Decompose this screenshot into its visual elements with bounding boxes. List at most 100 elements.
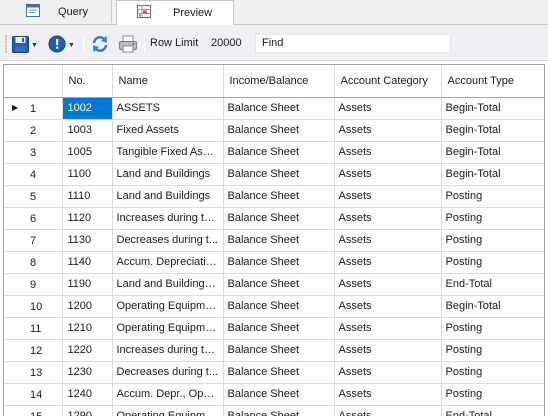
row-header[interactable]: 15 [4, 405, 63, 416]
cell-no[interactable]: 1130 [62, 229, 113, 252]
find-input[interactable] [255, 34, 451, 53]
table-row[interactable]: 5 1110 Land and Buildings Balance Sheet Asse… [4, 185, 544, 208]
status-dropdown-button[interactable]: ▼ [48, 34, 75, 54]
table-row[interactable]: 7 1130 Decreases during t... Balance Sheet A… [4, 229, 544, 252]
table-row[interactable]: 11 1210 Operating Equipment Balance Sheet As… [4, 317, 544, 340]
cell-no[interactable]: 1120 [62, 207, 113, 230]
cell-name[interactable]: Tangible Fixed Assets [112, 141, 224, 164]
cell-account-category[interactable]: Assets [334, 185, 442, 208]
results-grid[interactable]: No. Name Income/Balance Account Category… [3, 64, 545, 416]
cell-account-type[interactable]: Posting [441, 339, 544, 362]
save-dropdown-button[interactable]: ▼ [12, 34, 38, 54]
row-header-corner[interactable] [4, 65, 63, 98]
row-header[interactable]: 3 [4, 141, 63, 164]
cell-name[interactable]: Increases during th... [112, 207, 224, 230]
cell-no[interactable]: 1220 [62, 339, 113, 362]
cell-account-category[interactable]: Assets [334, 317, 442, 340]
cell-account-type[interactable]: Posting [441, 207, 544, 230]
row-header[interactable]: 7 [4, 229, 63, 252]
row-header[interactable]: 13 [4, 361, 63, 384]
row-header[interactable]: 5 [4, 185, 63, 208]
cell-no[interactable]: 1002 [62, 97, 113, 120]
cell-account-type[interactable]: Posting [441, 317, 544, 340]
cell-name[interactable]: Land and Buildings,... [112, 273, 224, 296]
cell-income-balance[interactable]: Balance Sheet [223, 405, 335, 416]
table-row[interactable]: 13 1230 Decreases during t... Balance Sheet… [4, 361, 544, 384]
column-header-no[interactable]: No. [62, 65, 113, 98]
row-header[interactable]: 10 [4, 295, 63, 318]
cell-account-category[interactable]: Assets [334, 163, 442, 186]
cell-name[interactable]: Decreases during t... [112, 361, 224, 384]
cell-account-category[interactable]: Assets [334, 361, 442, 384]
cell-income-balance[interactable]: Balance Sheet [223, 361, 335, 384]
cell-income-balance[interactable]: Balance Sheet [223, 339, 335, 362]
cell-account-type[interactable]: Begin-Total [441, 163, 544, 186]
row-limit-input[interactable]: 20000 [211, 37, 242, 49]
row-header[interactable]: 8 [4, 251, 63, 274]
cell-income-balance[interactable]: Balance Sheet [223, 119, 335, 142]
cell-income-balance[interactable]: Balance Sheet [223, 273, 335, 296]
table-row[interactable]: 4 1100 Land and Buildings Balance Sheet Asse… [4, 163, 544, 186]
cell-name[interactable]: Increases during th... [112, 339, 224, 362]
cell-no[interactable]: 1003 [62, 119, 113, 142]
cell-name[interactable]: Decreases during t... [112, 229, 224, 252]
table-row[interactable]: 3 1005 Tangible Fixed Assets Balance Sheet A… [4, 141, 544, 164]
row-header[interactable]: 9 [4, 273, 63, 296]
refresh-button[interactable] [90, 34, 110, 54]
cell-name[interactable]: Operating Equipme... [112, 405, 224, 416]
cell-account-type[interactable]: Begin-Total [441, 141, 544, 164]
row-header[interactable]: 12 [4, 339, 63, 362]
cell-account-category[interactable]: Assets [334, 273, 442, 296]
table-row[interactable]: 8 1140 Accum. Depreciatio... Balance Sheet A… [4, 251, 544, 274]
cell-no[interactable]: 1210 [62, 317, 113, 340]
cell-account-type[interactable]: Begin-Total [441, 97, 544, 120]
cell-income-balance[interactable]: Balance Sheet [223, 97, 335, 120]
row-header[interactable]: 2 [4, 119, 63, 142]
cell-income-balance[interactable]: Balance Sheet [223, 295, 335, 318]
cell-name[interactable]: Accum. Depr., Oper... [112, 383, 224, 406]
cell-name[interactable]: Fixed Assets [112, 119, 224, 142]
cell-name[interactable]: Operating Equipment [112, 317, 224, 340]
cell-income-balance[interactable]: Balance Sheet [223, 141, 335, 164]
table-row[interactable]: ▶ 1 1002 ASSETS Balance Sheet Assets Begin-Tot… [4, 97, 544, 120]
table-row[interactable]: 14 1240 Accum. Depr., Oper... Balance Sheet… [4, 383, 544, 406]
cell-no[interactable]: 1005 [62, 141, 113, 164]
cell-income-balance[interactable]: Balance Sheet [223, 163, 335, 186]
cell-account-type[interactable]: Begin-Total [441, 119, 544, 142]
cell-account-type[interactable]: Posting [441, 185, 544, 208]
table-row[interactable]: 6 1120 Increases during th... Balance Sheet… [4, 207, 544, 230]
cell-account-type[interactable]: Posting [441, 229, 544, 252]
cell-name[interactable]: Land and Buildings [112, 185, 224, 208]
column-header-account-type[interactable]: Account Type [441, 65, 544, 98]
cell-income-balance[interactable]: Balance Sheet [223, 383, 335, 406]
cell-no[interactable]: 1290 [62, 405, 113, 416]
cell-income-balance[interactable]: Balance Sheet [223, 207, 335, 230]
column-header-account-category[interactable]: Account Category [334, 65, 442, 98]
row-header[interactable]: 11 [4, 317, 63, 340]
table-row[interactable]: 10 1200 Operating Equipment Balance Sheet As… [4, 295, 544, 318]
cell-account-type[interactable]: Posting [441, 361, 544, 384]
row-header[interactable]: 6 [4, 207, 63, 230]
cell-no[interactable]: 1110 [62, 185, 113, 208]
cell-account-type[interactable]: Posting [441, 383, 544, 406]
cell-account-category[interactable]: Assets [334, 295, 442, 318]
column-header-name[interactable]: Name [112, 65, 224, 98]
cell-name[interactable]: ASSETS [112, 97, 224, 120]
cell-account-category[interactable]: Assets [334, 251, 442, 274]
cell-account-type[interactable]: End-Total [441, 405, 544, 416]
cell-name[interactable]: Land and Buildings [112, 163, 224, 186]
cell-name[interactable]: Operating Equipment [112, 295, 224, 318]
cell-no[interactable]: 1100 [62, 163, 113, 186]
cell-account-category[interactable]: Assets [334, 405, 442, 416]
cell-no[interactable]: 1240 [62, 383, 113, 406]
cell-account-category[interactable]: Assets [334, 339, 442, 362]
cell-income-balance[interactable]: Balance Sheet [223, 251, 335, 274]
cell-account-category[interactable]: Assets [334, 207, 442, 230]
column-header-income-balance[interactable]: Income/Balance [223, 65, 335, 98]
tab-query[interactable]: Query [2, 0, 112, 23]
cell-account-category[interactable]: Assets [334, 97, 442, 120]
toolbar-grip[interactable] [5, 35, 7, 53]
cell-account-category[interactable]: Assets [334, 141, 442, 164]
print-button[interactable] [118, 34, 138, 54]
table-row[interactable]: 12 1220 Increases during th... Balance Shee… [4, 339, 544, 362]
